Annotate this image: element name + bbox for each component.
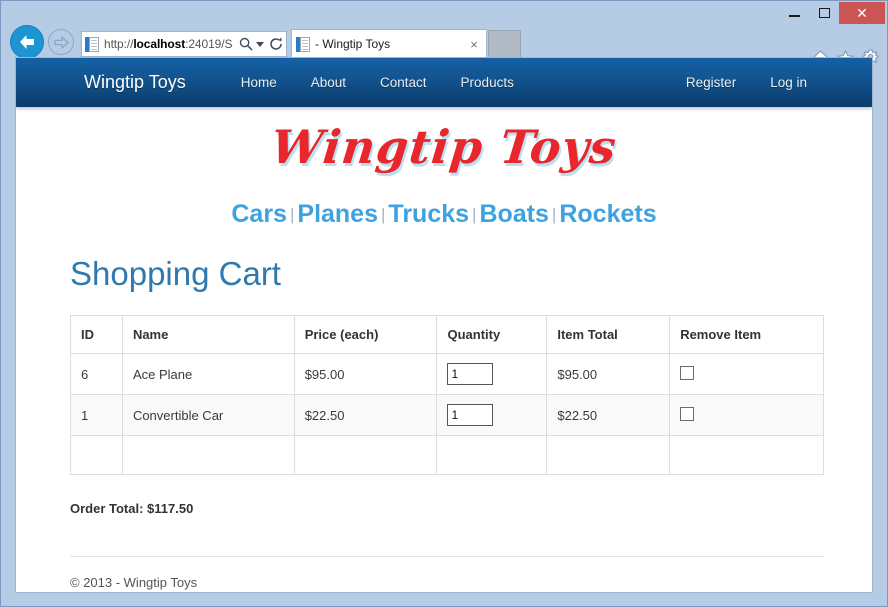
column-header-remove-item: Remove Item bbox=[670, 316, 824, 354]
browser-window: ✕ http://localhost:24019/S bbox=[0, 0, 888, 607]
cell-quantity bbox=[437, 395, 547, 436]
remove-item-checkbox[interactable] bbox=[680, 366, 694, 380]
table-row: 6 Ace Plane $95.00 $95.00 bbox=[71, 354, 824, 395]
cell-quantity bbox=[437, 436, 547, 475]
category-separator: | bbox=[290, 205, 294, 224]
category-link-rockets[interactable]: Rockets bbox=[559, 200, 656, 228]
tab-title: - Wingtip Toys bbox=[315, 37, 466, 51]
navbar-brand[interactable]: Wingtip Toys bbox=[84, 72, 186, 93]
title-bar: ✕ bbox=[1, 1, 887, 23]
category-link-trucks[interactable]: Trucks bbox=[388, 200, 469, 228]
column-header-price: Price (each) bbox=[294, 316, 437, 354]
cell-item-total: $95.00 bbox=[547, 354, 670, 395]
cell-quantity bbox=[437, 354, 547, 395]
category-link-planes[interactable]: Planes bbox=[297, 200, 378, 228]
url-text: http://localhost:24019/S bbox=[104, 37, 239, 51]
cart-header-row: ID Name Price (each) Quantity Item Total… bbox=[71, 316, 824, 354]
cart-table-head: ID Name Price (each) Quantity Item Total… bbox=[71, 316, 824, 354]
quantity-input[interactable] bbox=[447, 363, 493, 385]
column-header-name: Name bbox=[122, 316, 294, 354]
navbar-links-right: Register Log in bbox=[669, 75, 824, 90]
column-header-id: ID bbox=[71, 316, 123, 354]
cart-table-body: 6 Ace Plane $95.00 $95.00 1 Converti bbox=[71, 354, 824, 475]
category-separator: | bbox=[472, 205, 476, 224]
cell-id: 6 bbox=[71, 354, 123, 395]
cell-id bbox=[71, 436, 123, 475]
footer-copyright: © 2013 - Wingtip Toys bbox=[70, 575, 872, 590]
table-row bbox=[71, 436, 824, 475]
nav-link-login[interactable]: Log in bbox=[753, 75, 824, 90]
table-row: 1 Convertible Car $22.50 $22.50 bbox=[71, 395, 824, 436]
cell-remove bbox=[670, 395, 824, 436]
category-separator: | bbox=[552, 205, 556, 224]
cell-name: Ace Plane bbox=[122, 354, 294, 395]
tab-favicon-icon bbox=[296, 37, 310, 52]
category-separator: | bbox=[381, 205, 385, 224]
nav-link-home[interactable]: Home bbox=[224, 75, 294, 90]
nav-link-contact[interactable]: Contact bbox=[363, 75, 444, 90]
browser-tab[interactable]: - Wingtip Toys × bbox=[291, 29, 487, 58]
cell-price bbox=[294, 436, 437, 475]
column-header-item-total: Item Total bbox=[547, 316, 670, 354]
close-button[interactable]: ✕ bbox=[839, 2, 885, 24]
navbar-links-left: Home About Contact Products bbox=[224, 75, 531, 90]
refresh-icon[interactable] bbox=[269, 37, 283, 51]
page-content: Wingtip Toys Cars|Planes|Trucks|Boats|Ro… bbox=[16, 120, 872, 590]
nav-link-register[interactable]: Register bbox=[669, 75, 753, 90]
maximize-button[interactable] bbox=[809, 2, 839, 24]
back-arrow-icon bbox=[17, 33, 37, 51]
forward-button[interactable] bbox=[48, 29, 74, 55]
search-icon[interactable] bbox=[239, 37, 253, 51]
cell-item-total bbox=[547, 436, 670, 475]
page-title: Shopping Cart bbox=[70, 255, 872, 293]
cell-price: $22.50 bbox=[294, 395, 437, 436]
maximize-icon bbox=[819, 8, 830, 18]
category-link-cars[interactable]: Cars bbox=[231, 200, 287, 228]
minimize-icon bbox=[789, 15, 800, 17]
quantity-input[interactable] bbox=[447, 404, 493, 426]
category-links: Cars|Planes|Trucks|Boats|Rockets bbox=[16, 200, 872, 229]
chevron-down-icon[interactable] bbox=[256, 42, 264, 47]
cell-item-total: $22.50 bbox=[547, 395, 670, 436]
back-button[interactable] bbox=[10, 25, 44, 59]
nav-link-products[interactable]: Products bbox=[444, 75, 531, 90]
column-header-quantity: Quantity bbox=[437, 316, 547, 354]
window-controls: ✕ bbox=[779, 2, 885, 24]
minimize-button[interactable] bbox=[779, 2, 809, 24]
footer-divider bbox=[70, 556, 824, 557]
cell-id: 1 bbox=[71, 395, 123, 436]
new-tab-button[interactable] bbox=[488, 30, 521, 58]
cell-remove bbox=[670, 436, 824, 475]
close-icon: ✕ bbox=[856, 6, 868, 20]
cell-name bbox=[122, 436, 294, 475]
page-viewport: Wingtip Toys Home About Contact Products… bbox=[15, 57, 873, 593]
order-total: Order Total: $117.50 bbox=[70, 501, 872, 516]
remove-item-checkbox[interactable] bbox=[680, 407, 694, 421]
site-navbar: Wingtip Toys Home About Contact Products… bbox=[16, 58, 872, 107]
site-logo: Wingtip Toys bbox=[15, 120, 873, 174]
nav-link-about[interactable]: About bbox=[294, 75, 363, 90]
page-favicon-icon bbox=[85, 37, 99, 52]
tab-close-icon[interactable]: × bbox=[466, 37, 482, 52]
category-link-boats[interactable]: Boats bbox=[479, 200, 548, 228]
address-bar[interactable]: http://localhost:24019/S bbox=[81, 31, 287, 57]
cell-name: Convertible Car bbox=[122, 395, 294, 436]
cell-price: $95.00 bbox=[294, 354, 437, 395]
cell-remove bbox=[670, 354, 824, 395]
forward-arrow-icon bbox=[54, 36, 69, 49]
shopping-cart-table: ID Name Price (each) Quantity Item Total… bbox=[70, 315, 824, 475]
